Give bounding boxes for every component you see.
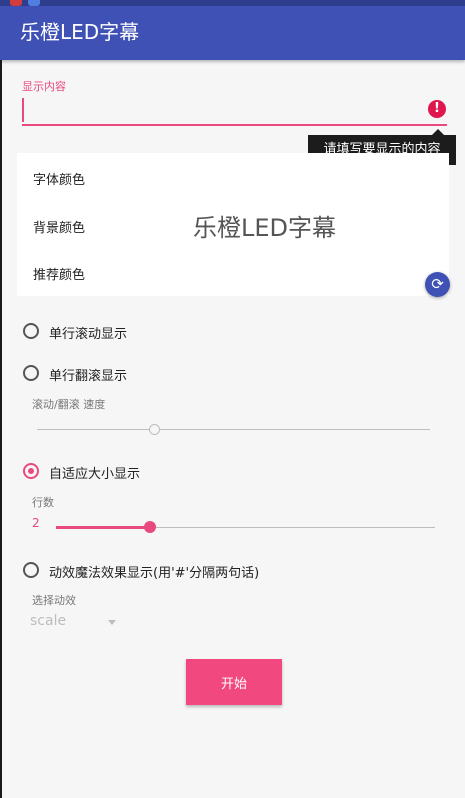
magic-effect-label[interactable]: 动效魔法效果显示(用'#'分隔两句话) bbox=[49, 562, 259, 581]
animation-selected-value: scale bbox=[30, 613, 67, 629]
rows-slider-track[interactable] bbox=[150, 527, 435, 528]
speed-slider-track[interactable] bbox=[37, 429, 430, 430]
adaptive-size-radio[interactable] bbox=[23, 463, 39, 479]
speed-slider-thumb[interactable] bbox=[149, 424, 160, 435]
speed-label: 滚动/翻滚 速度 bbox=[32, 398, 106, 411]
app-screen: 乐橙LED字幕 显示内容 ! 请填写要显示的内容 字体颜色 背景颜色 推荐颜色 … bbox=[0, 0, 465, 798]
error-icon: ! bbox=[428, 100, 446, 118]
app-bar: 乐橙LED字幕 bbox=[0, 6, 465, 60]
recommended-color-option[interactable]: 推荐颜色 bbox=[33, 264, 85, 283]
text-caret bbox=[22, 98, 24, 122]
single-scroll-label[interactable]: 单行滚动显示 bbox=[49, 323, 127, 342]
content-field-label: 显示内容 bbox=[22, 80, 66, 93]
content-input-underline bbox=[22, 124, 447, 126]
rows-slider-thumb[interactable] bbox=[144, 521, 156, 533]
single-flip-label[interactable]: 单行翻滚显示 bbox=[49, 365, 127, 384]
color-settings-card: 字体颜色 背景颜色 推荐颜色 乐橙LED字幕 bbox=[17, 153, 449, 296]
chevron-down-icon bbox=[108, 620, 116, 625]
rows-value: 2 bbox=[32, 516, 40, 530]
adaptive-size-label[interactable]: 自适应大小显示 bbox=[49, 463, 140, 482]
rows-slider-fill bbox=[56, 526, 150, 529]
animation-label: 选择动效 bbox=[32, 594, 76, 607]
rows-label: 行数 bbox=[32, 496, 54, 509]
start-button[interactable]: 开始 bbox=[186, 659, 282, 705]
magic-effect-radio[interactable] bbox=[23, 562, 39, 578]
window-edge bbox=[0, 60, 2, 798]
font-color-option[interactable]: 字体颜色 bbox=[33, 169, 85, 188]
app-title: 乐橙LED字幕 bbox=[20, 20, 140, 44]
led-preview-text: 乐橙LED字幕 bbox=[193, 214, 337, 242]
refresh-icon[interactable]: ⟳ bbox=[425, 272, 450, 297]
background-color-option[interactable]: 背景颜色 bbox=[33, 217, 85, 236]
animation-dropdown[interactable]: scale bbox=[30, 613, 125, 633]
content-input[interactable] bbox=[22, 96, 442, 124]
single-flip-radio[interactable] bbox=[23, 365, 39, 381]
single-scroll-radio[interactable] bbox=[23, 323, 39, 339]
